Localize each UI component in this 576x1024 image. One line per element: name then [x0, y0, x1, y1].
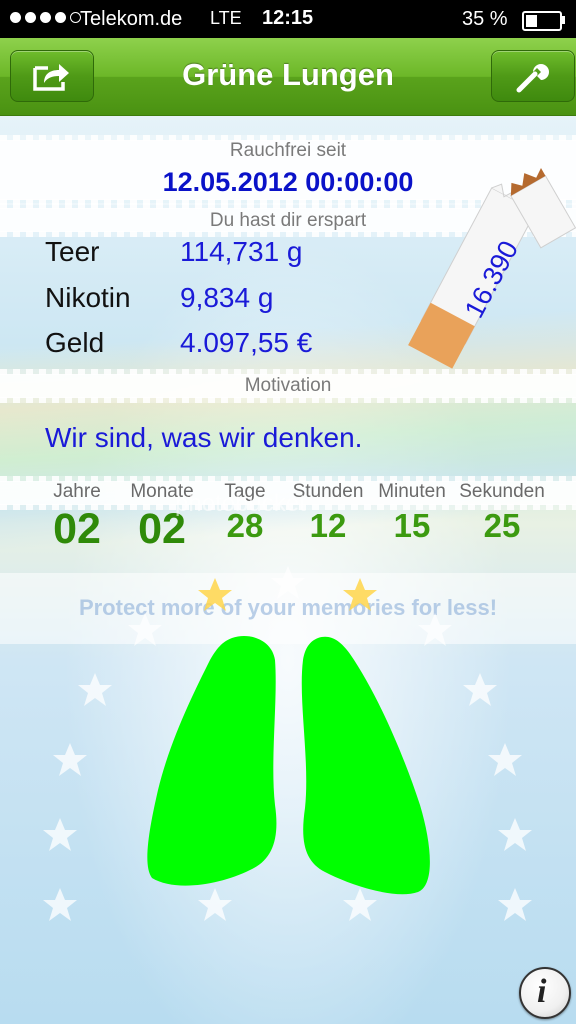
info-icon: i	[537, 973, 547, 1010]
navigation-bar: Grüne Lungen	[0, 38, 576, 116]
status-time: 12:15	[262, 7, 314, 29]
duration-unit-value: 02	[53, 505, 101, 553]
savings-row-label: Teer	[45, 236, 100, 267]
page-title: Grüne Lungen	[182, 57, 394, 92]
carrier-name: Telekom.de	[80, 8, 183, 30]
status-bar: Telekom.de LTE 12:15 35 %	[0, 0, 576, 38]
savings-row-value: 114,731 g	[180, 236, 303, 267]
motivation-quote: Wir sind, was wir denken.	[45, 422, 363, 453]
savings-row-label: Nikotin	[45, 282, 131, 313]
duration-unit-label: Minuten	[378, 481, 446, 502]
battery-percent: 35 %	[462, 8, 508, 30]
info-button[interactable]: i	[519, 967, 571, 1019]
savings-row-value: 4.097,55 €	[180, 327, 313, 358]
watermark-text: photobucket	[175, 490, 306, 517]
savings-row-label: Geld	[45, 327, 105, 358]
battery-tip	[562, 16, 565, 24]
duration-unit-label: Sekunden	[459, 481, 545, 502]
settings-button[interactable]	[491, 50, 575, 102]
smoke-free-label: Rauchfrei seit	[229, 140, 347, 161]
signal-strength-icon	[10, 12, 81, 23]
wrench-icon	[516, 64, 549, 93]
duration-unit-label: Jahre	[53, 481, 101, 502]
green-lungs-illustration	[147, 636, 430, 895]
motivation-label: Motivation	[244, 375, 332, 396]
duration-unit-value: 15	[393, 507, 431, 544]
network-type: LTE	[210, 8, 242, 28]
duration-unit-value: 25	[483, 507, 521, 544]
broken-cigarette-icon: 16.390	[408, 168, 576, 369]
battery-icon	[522, 11, 562, 31]
savings-row-value: 9,834 g	[180, 282, 274, 313]
